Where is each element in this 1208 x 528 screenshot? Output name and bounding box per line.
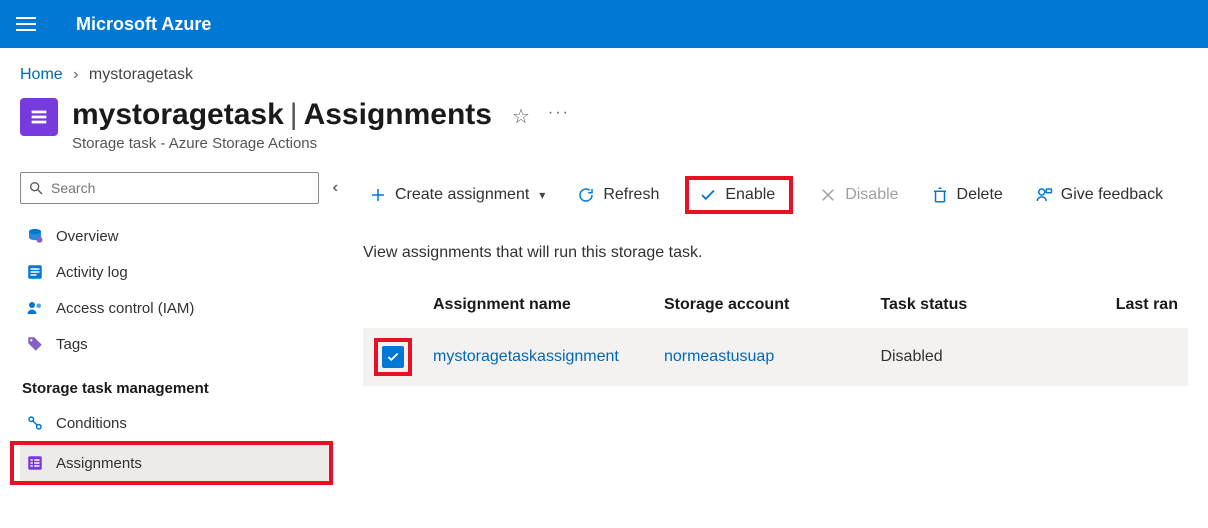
plus-icon: [369, 186, 387, 204]
refresh-icon: [577, 186, 595, 204]
column-last-ran: Last ran: [1044, 290, 1188, 320]
page-title: mystoragetask|Assignments: [72, 98, 492, 131]
brand: Microsoft Azure: [76, 14, 211, 35]
sidebar-search-input[interactable]: [20, 172, 319, 204]
resource-name: mystoragetask: [72, 98, 284, 131]
column-assignment-name: Assignment name: [423, 290, 654, 320]
feedback-icon: [1035, 186, 1053, 204]
access-control-icon: [26, 299, 44, 317]
sidebar-item-conditions[interactable]: Conditions: [20, 405, 333, 441]
refresh-button[interactable]: Refresh: [571, 182, 665, 208]
sidebar-section-storage-task: Storage task management: [22, 380, 333, 397]
table-header: Assignment name Storage account Task sta…: [363, 282, 1188, 328]
conditions-icon: [26, 414, 44, 432]
breadcrumb: Home › mystoragetask: [0, 48, 1208, 84]
overview-icon: [26, 227, 44, 245]
storage-account-link[interactable]: normeastusuap: [664, 348, 774, 365]
sidebar-item-overview[interactable]: Overview: [20, 218, 333, 254]
sidebar-item-label: Assignments: [56, 455, 142, 472]
check-icon: [699, 186, 717, 204]
toolbar-label: Enable: [725, 186, 775, 204]
enable-button[interactable]: Enable: [693, 182, 781, 208]
search-icon: [28, 180, 44, 196]
row-checkbox[interactable]: [382, 346, 404, 368]
table-row[interactable]: mystoragetaskassignment normeastusuap Di…: [363, 328, 1188, 386]
sidebar-item-label: Tags: [56, 336, 88, 353]
blade-name: Assignments: [304, 98, 492, 131]
menu-button[interactable]: [16, 17, 36, 31]
breadcrumb-home[interactable]: Home: [20, 66, 63, 83]
tags-icon: [26, 335, 44, 353]
toolbar-label: Delete: [957, 186, 1003, 204]
column-storage-account: Storage account: [654, 290, 871, 320]
breadcrumb-current: mystoragetask: [89, 66, 193, 83]
activity-log-icon: [26, 263, 44, 281]
toolbar-label: Create assignment: [395, 186, 529, 204]
assignment-name-link[interactable]: mystoragetaskassignment: [433, 348, 619, 365]
disable-button: Disable: [813, 182, 904, 208]
sidebar-item-assignments[interactable]: Assignments: [20, 445, 329, 481]
sidebar-item-access-control[interactable]: Access control (IAM): [20, 290, 333, 326]
delete-button[interactable]: Delete: [925, 182, 1009, 208]
sidebar-item-tags[interactable]: Tags: [20, 326, 333, 362]
favorite-star-icon[interactable]: ☆: [512, 104, 530, 129]
x-icon: [819, 186, 837, 204]
chevron-down-icon: ▾: [539, 188, 545, 202]
toolbar-label: Refresh: [603, 186, 659, 204]
task-status-value: Disabled: [870, 338, 1043, 376]
sidebar-item-activity-log[interactable]: Activity log: [20, 254, 333, 290]
trash-icon: [931, 186, 949, 204]
sidebar-item-label: Activity log: [56, 264, 128, 281]
sidebar-item-label: Access control (IAM): [56, 300, 194, 317]
toolbar-label: Disable: [845, 186, 898, 204]
sidebar-item-label: Overview: [56, 228, 119, 245]
toolbar-label: Give feedback: [1061, 186, 1163, 204]
column-task-status: Task status: [870, 290, 1043, 320]
description-text: View assignments that will run this stor…: [363, 244, 1188, 262]
more-actions-button[interactable]: ···: [548, 104, 570, 122]
sidebar-item-label: Conditions: [56, 415, 127, 432]
resource-icon: [20, 98, 58, 136]
breadcrumb-separator: ›: [73, 66, 78, 83]
create-assignment-button[interactable]: Create assignment ▾: [363, 182, 551, 208]
assignments-icon: [26, 454, 44, 472]
give-feedback-button[interactable]: Give feedback: [1029, 182, 1169, 208]
last-ran-value: [1044, 347, 1188, 367]
resource-type: Storage task - Azure Storage Actions: [72, 135, 492, 152]
